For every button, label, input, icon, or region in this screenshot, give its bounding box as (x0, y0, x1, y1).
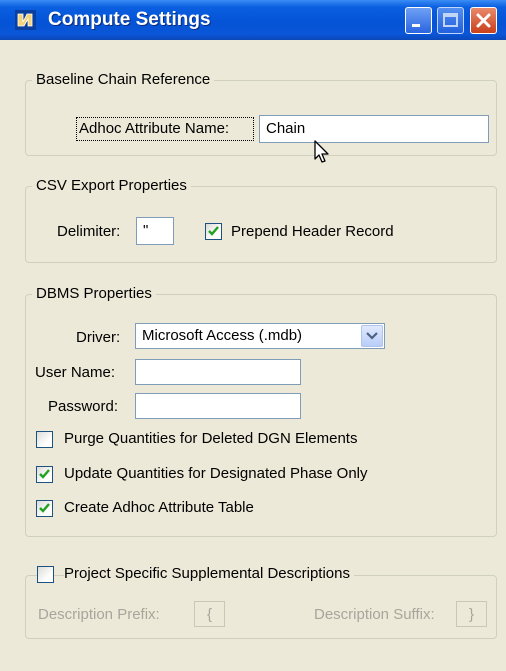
update-quantities-checkbox[interactable] (36, 466, 53, 483)
check-icon (208, 226, 219, 236)
driver-label: Driver: (76, 329, 121, 346)
maximize-icon (443, 13, 458, 27)
prepend-header-checkbox[interactable] (205, 223, 222, 240)
check-icon (39, 469, 50, 479)
project-descriptions-checkbox[interactable] (37, 566, 54, 583)
username-label: User Name: (35, 364, 116, 381)
create-adhoc-table-label: Create Adhoc Attribute Table (64, 499, 254, 516)
description-suffix-input[interactable]: } (456, 601, 487, 627)
check-icon (39, 503, 50, 513)
username-input[interactable] (135, 359, 301, 385)
description-prefix-label: Description Prefix: (38, 606, 160, 623)
csv-export-legend: CSV Export Properties (32, 176, 191, 196)
mouse-cursor-icon (313, 139, 335, 171)
project-descriptions-label: Project Specific Supplemental Descriptio… (64, 564, 354, 584)
baseline-chain-legend: Baseline Chain Reference (32, 70, 215, 90)
description-suffix-label: Description Suffix: (314, 606, 435, 623)
delimiter-label: Delimiter: (57, 223, 121, 240)
dbms-legend: DBMS Properties (32, 284, 156, 304)
driver-dropdown-button[interactable] (361, 325, 383, 347)
maximize-button[interactable] (437, 7, 464, 34)
chevron-down-icon (366, 332, 378, 340)
password-input[interactable] (135, 393, 301, 419)
description-prefix-input[interactable]: { (194, 601, 225, 627)
prepend-header-label: Prepend Header Record (231, 223, 394, 240)
app-icon (15, 10, 36, 30)
update-quantities-label: Update Quantities for Designated Phase O… (64, 465, 368, 482)
minimize-button[interactable] (405, 7, 432, 34)
create-adhoc-table-checkbox[interactable] (36, 500, 53, 517)
password-label: Password: (48, 398, 119, 415)
delimiter-input[interactable]: " (136, 217, 174, 245)
compute-settings-window: Compute Settings Baseline Chain Referenc… (0, 0, 506, 671)
adhoc-attribute-input[interactable]: Chain (259, 115, 489, 143)
purge-quantities-label: Purge Quantities for Deleted DGN Element… (64, 430, 358, 447)
purge-quantities-checkbox[interactable] (36, 431, 53, 448)
driver-select-value: Microsoft Access (.mdb) (142, 327, 303, 344)
window-title: Compute Settings (48, 9, 211, 30)
driver-select[interactable]: Microsoft Access (.mdb) (135, 323, 385, 349)
close-icon (476, 13, 491, 28)
title-bar[interactable]: Compute Settings (0, 0, 506, 40)
minimize-icon (412, 24, 420, 27)
close-button[interactable] (470, 7, 497, 34)
adhoc-attribute-label: Adhoc Attribute Name: (79, 120, 230, 137)
